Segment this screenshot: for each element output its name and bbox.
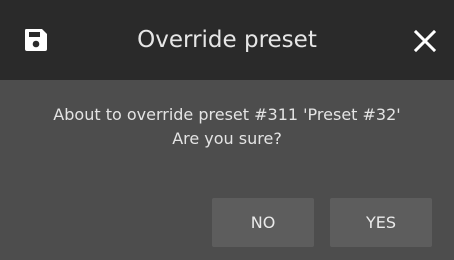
- yes-button[interactable]: YES: [330, 198, 432, 247]
- dialog-message: About to override preset #311 'Preset #3…: [0, 103, 454, 151]
- override-preset-dialog: Override preset About to override preset…: [0, 0, 454, 260]
- no-button[interactable]: NO: [212, 198, 314, 247]
- message-line-2: Are you sure?: [172, 129, 282, 148]
- dialog-titlebar: Override preset: [0, 0, 454, 80]
- dialog-title: Override preset: [137, 27, 317, 53]
- close-icon[interactable]: [412, 28, 438, 54]
- message-line-1: About to override preset #311 'Preset #3…: [53, 105, 401, 124]
- save-icon: [24, 28, 48, 52]
